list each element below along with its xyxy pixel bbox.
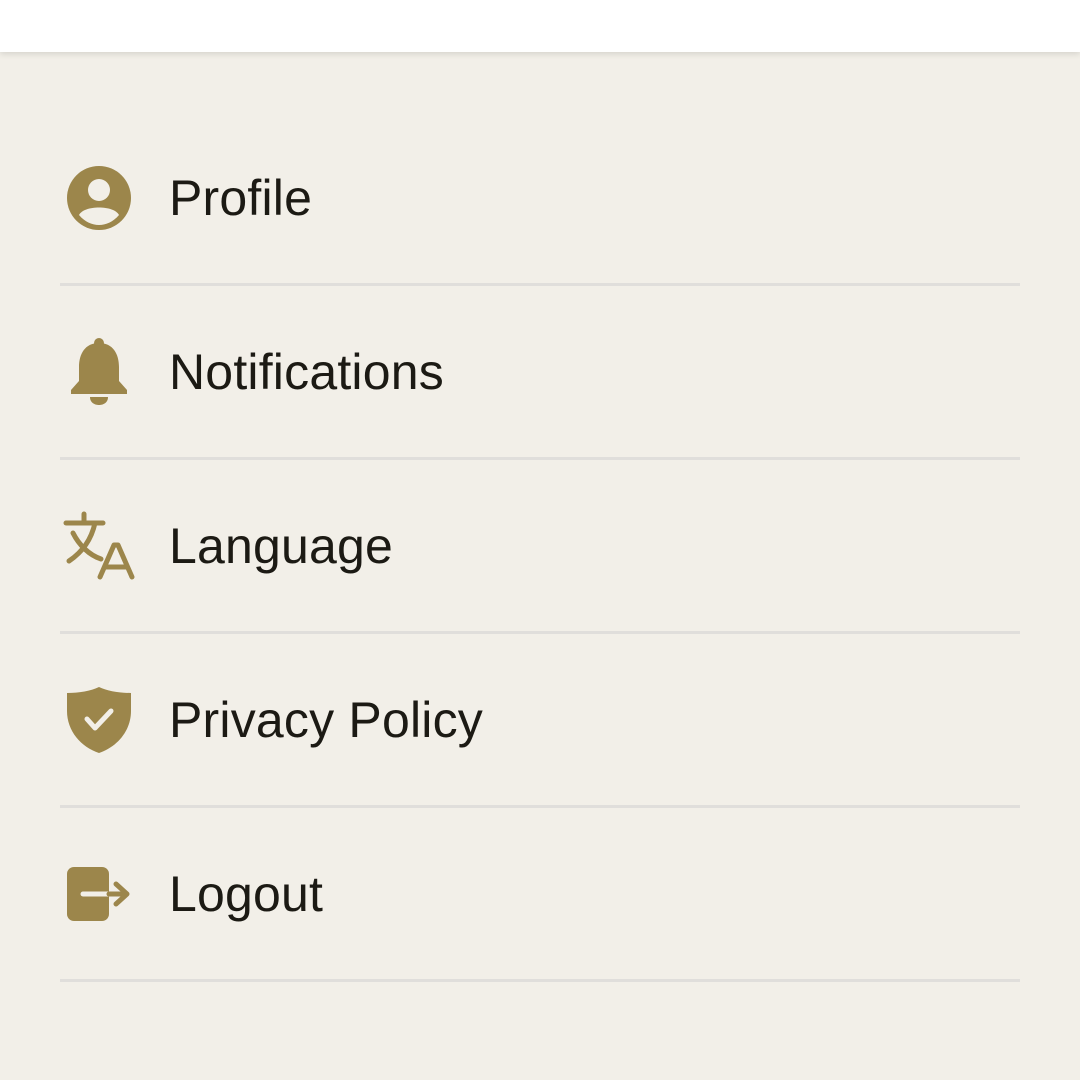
menu-item-notifications[interactable]: Notifications [60, 286, 1020, 460]
bell-icon [60, 333, 138, 411]
menu-item-profile[interactable]: Profile [60, 112, 1020, 286]
menu-item-language[interactable]: Language [60, 460, 1020, 634]
menu-label-privacy-policy: Privacy Policy [169, 691, 483, 748]
settings-content: Profile Notifications Language Privacy P… [0, 52, 1080, 1080]
menu-label-notifications: Notifications [169, 343, 444, 400]
logout-icon [60, 855, 138, 933]
menu-item-logout[interactable]: Logout [60, 808, 1020, 982]
shield-check-icon [60, 681, 138, 759]
menu-label-profile: Profile [169, 169, 313, 226]
translate-icon [60, 507, 138, 585]
app-bar [0, 0, 1080, 52]
menu-label-language: Language [169, 517, 394, 574]
account-circle-icon [60, 159, 138, 237]
menu-label-logout: Logout [169, 865, 324, 922]
menu-item-privacy-policy[interactable]: Privacy Policy [60, 634, 1020, 808]
settings-menu: Profile Notifications Language Privacy P… [60, 112, 1020, 982]
